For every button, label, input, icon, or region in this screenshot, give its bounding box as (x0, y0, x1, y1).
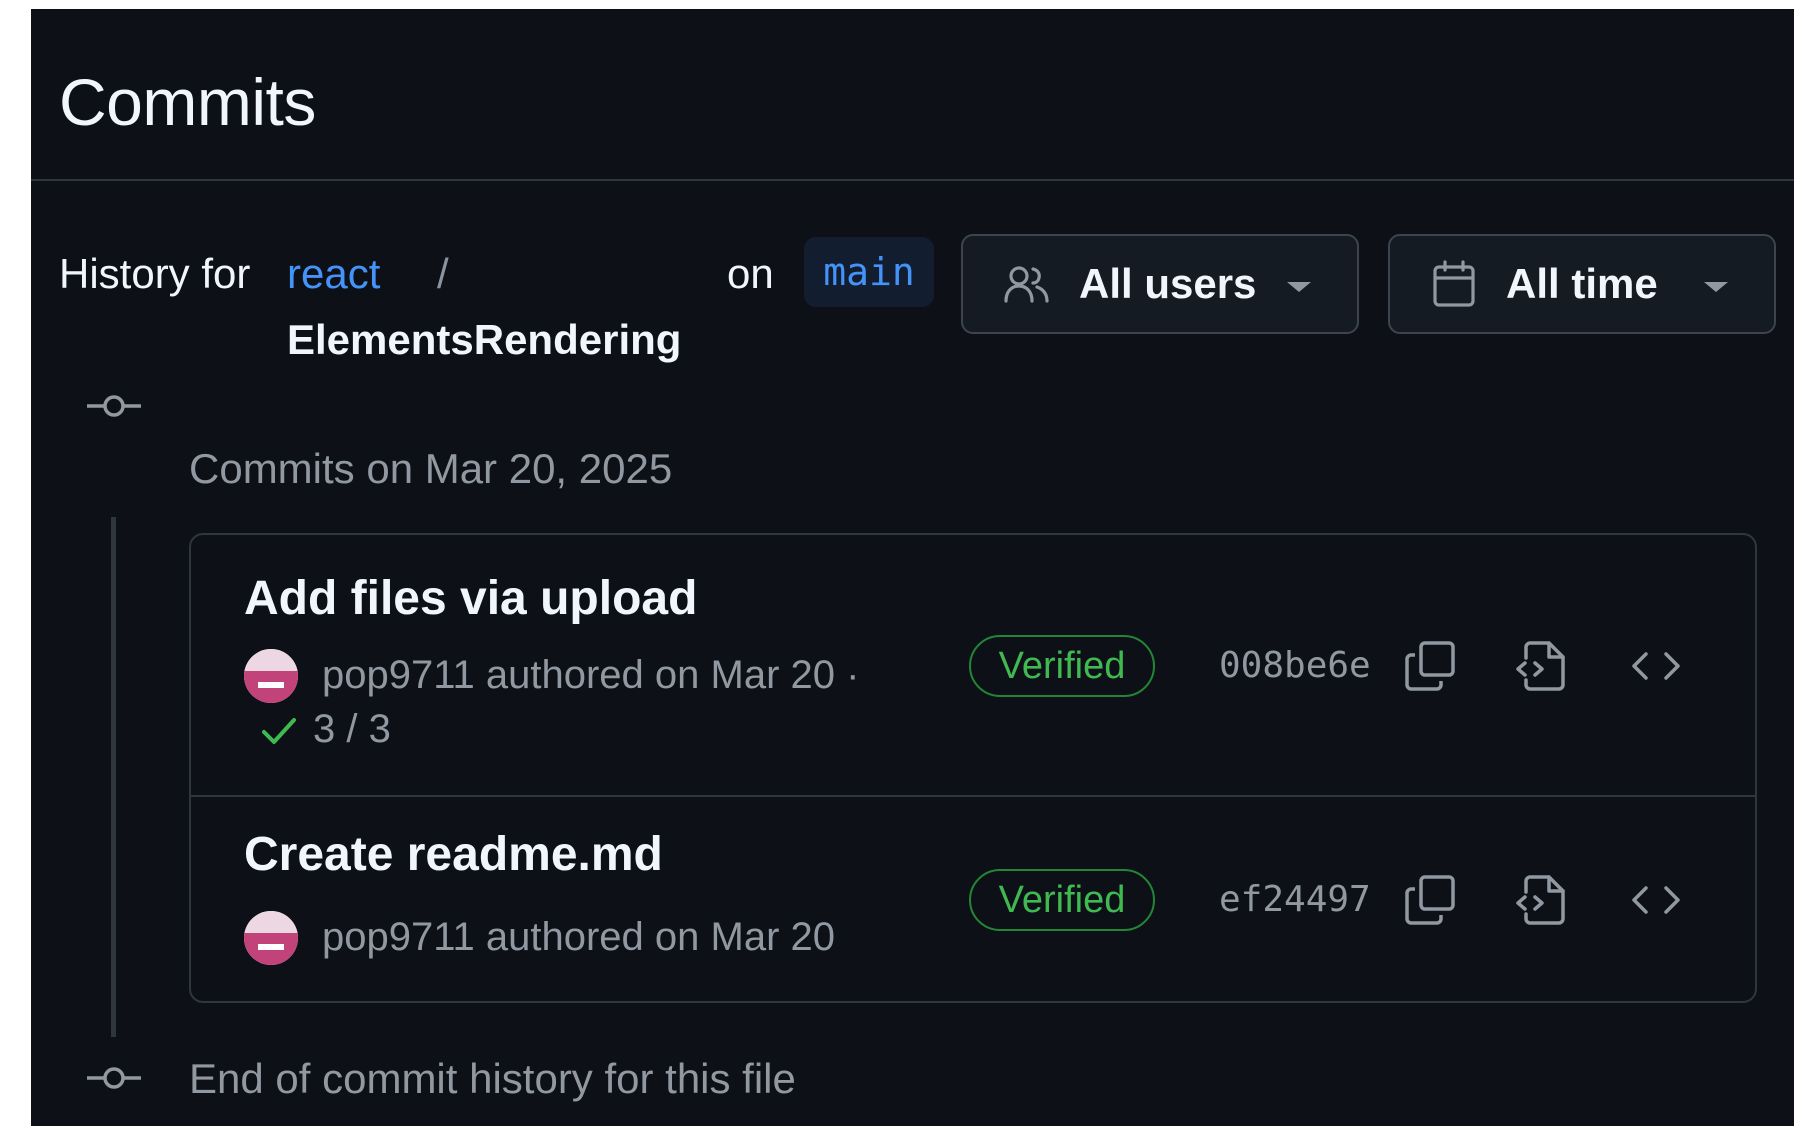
commit-sha-link[interactable]: 008be6e (1219, 645, 1371, 686)
commits-panel: Commits History for react / ElementsRend… (31, 9, 1794, 1126)
file-code-icon[interactable] (1514, 638, 1570, 694)
page-title: Commits (59, 65, 316, 139)
authored-text: authored on Mar 20 · (485, 653, 860, 697)
copy-icon[interactable] (1402, 872, 1458, 928)
file-name: ElementsRendering (287, 316, 682, 363)
chevron-down-icon (1704, 282, 1728, 292)
timeline-line (111, 517, 116, 1037)
history-label: History for (59, 250, 251, 297)
verified-badge[interactable]: Verified (969, 869, 1155, 931)
git-commit-icon (87, 1067, 141, 1089)
code-icon[interactable] (1628, 638, 1684, 694)
commit-list: Add files via upload pop9711 authored on… (189, 533, 1757, 1003)
checks-count: 3 / 3 (313, 707, 391, 751)
commit-title-link[interactable]: Add files via upload (244, 571, 697, 626)
branch-badge[interactable]: main (804, 237, 934, 307)
commit-row: Create readme.md pop9711 authored on Mar… (191, 797, 1755, 1003)
commit-meta: pop9711 authored on Mar 20 · (322, 653, 859, 698)
end-of-history-text: End of commit history for this file (189, 1055, 796, 1102)
path-separator: / (437, 250, 449, 297)
commit-title-link[interactable]: Create readme.md (244, 827, 663, 882)
avatar[interactable] (244, 649, 298, 703)
people-icon (1001, 258, 1053, 310)
authored-text: authored on Mar 20 (485, 915, 836, 959)
commit-sha-link[interactable]: ef24497 (1219, 879, 1371, 920)
commit-group-heading: Commits on Mar 20, 2025 (189, 445, 673, 492)
verified-badge[interactable]: Verified (969, 635, 1155, 697)
commit-meta: pop9711 authored on Mar 20 (322, 915, 835, 960)
avatar[interactable] (244, 911, 298, 965)
git-commit-icon (87, 395, 141, 417)
author-link[interactable]: pop9711 (322, 915, 475, 959)
all-time-label: All time (1506, 260, 1658, 307)
copy-icon[interactable] (1402, 638, 1458, 694)
repo-link[interactable]: react (287, 241, 380, 307)
chevron-down-icon (1287, 282, 1311, 292)
on-label: on (727, 250, 774, 297)
calendar-icon (1428, 258, 1480, 310)
header-divider (31, 179, 1794, 181)
checks-status[interactable]: 3 / 3 (259, 707, 391, 752)
commit-row: Add files via upload pop9711 authored on… (191, 535, 1755, 797)
all-users-filter-button[interactable]: All users (961, 234, 1359, 334)
check-icon (262, 717, 296, 744)
author-link[interactable]: pop9711 (322, 653, 475, 697)
all-users-label: All users (1079, 260, 1257, 307)
all-time-filter-button[interactable]: All time (1388, 234, 1776, 334)
file-code-icon[interactable] (1514, 872, 1570, 928)
code-icon[interactable] (1628, 872, 1684, 928)
